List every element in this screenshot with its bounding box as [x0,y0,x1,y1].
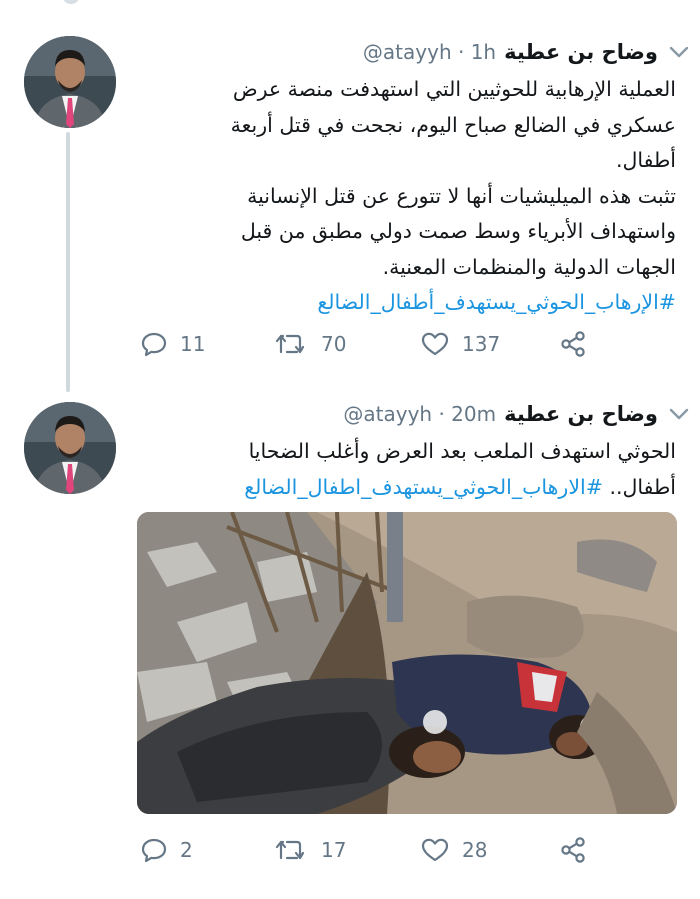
retweet-icon [275,840,305,860]
tweet-text: الحوثي استهدف الملعب بعد العرض وأغلب الض… [126,434,676,505]
handle-text: @atayyh [343,402,433,426]
like-icon [421,332,449,356]
retweet-count: 70 [321,332,347,356]
like-count: 28 [462,838,488,862]
previous-avatar-edge [62,0,80,4]
tweet-header: وضاح بن عطية @atayyh · 1h [363,36,658,68]
retweet-button[interactable]: 17 [275,830,346,870]
tweet-line: العملية الإرهابية للحوثيين التي استهدفت … [232,77,676,101]
tweet-actions: 11 70 137 [140,324,620,364]
reply-count: 11 [180,332,206,356]
attached-photo[interactable] [137,512,677,814]
author-handle[interactable]: @atayyh · 1h [363,40,496,64]
reply-button[interactable]: 11 [140,324,205,364]
retweet-count: 17 [321,838,347,862]
tweet-line: واستهداف الأبرياء وسط صمت دولي مطبق من ق… [240,219,676,243]
tweet-header: وضاح بن عطية @atayyh · 20m [343,398,658,430]
retweet-icon [275,334,305,354]
author-name[interactable]: وضاح بن عطية [504,402,658,426]
tweet-line: عسكري في الضالع صباح اليوم، نجحت في قتل … [230,112,676,137]
tweet-line: الحوثي استهدف الملعب بعد العرض وأغلب الض… [248,439,676,463]
share-button[interactable] [558,830,588,870]
author-handle[interactable]: @atayyh · 20m [343,402,496,426]
author-name[interactable]: وضاح بن عطية [504,40,658,64]
like-count: 137 [462,332,501,356]
handle-text: @atayyh [362,40,452,64]
timestamp[interactable]: · 20m [438,402,496,426]
tweet-line: تثبت هذه الميليشيات أنها لا تتورع عن قتل… [247,183,676,208]
tweet-text: العملية الإرهابية للحوثيين التي استهدفت … [126,72,676,321]
tweet-line-text: أطفال.. [609,474,676,499]
chevron-down-icon[interactable] [668,406,690,422]
photo-content [137,512,677,814]
chevron-down-icon[interactable] [668,44,690,60]
reply-count: 2 [180,838,193,862]
avatar[interactable] [24,36,116,128]
hashtag-link[interactable]: #الارهاب_الحوثي_يستهدف_اطفال_الضالع [244,475,603,499]
timestamp[interactable]: · 1h [458,40,496,64]
like-icon [421,838,449,862]
reply-icon [141,838,167,863]
hashtag-link[interactable]: #الإرهاب_الحوثي_يستهدف_أطفال_الضالع [126,285,676,321]
tweet-line: الجهات الدولية والمنظمات المعنية. [382,254,676,279]
like-button[interactable]: 137 [420,324,500,364]
share-icon [561,837,585,863]
tweet-line: أطفال. [615,148,676,172]
like-button[interactable]: 28 [420,830,487,870]
reply-icon [141,332,167,357]
reply-button[interactable]: 2 [140,830,193,870]
retweet-button[interactable]: 70 [275,324,346,364]
avatar[interactable] [24,402,116,494]
tweet-actions: 2 17 28 [140,830,620,870]
share-icon [561,331,585,357]
thread-connector-line [66,132,70,392]
share-button[interactable] [558,324,588,364]
tweet-line: أطفال.. #الارهاب_الحوثي_يستهدف_اطفال_الض… [126,470,676,506]
